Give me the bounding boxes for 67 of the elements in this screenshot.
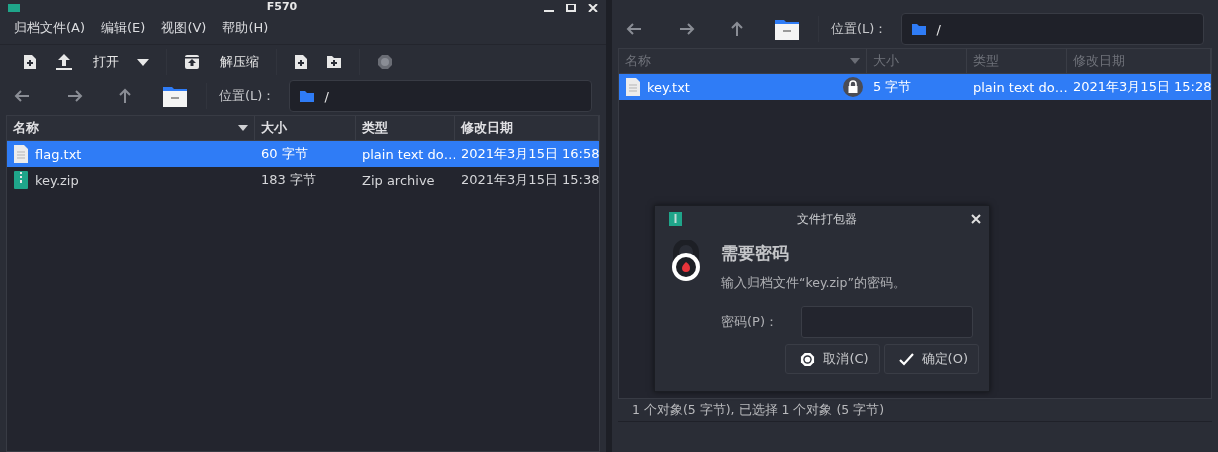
new-file-icon (294, 54, 308, 70)
folder-icon[interactable] (163, 85, 187, 107)
sort-icon (238, 125, 248, 131)
cancel-button[interactable]: 取消(C) (785, 344, 880, 374)
back-icon[interactable] (14, 89, 30, 103)
folder-icon (912, 23, 927, 35)
dialog-message: 输入归档文件“key.zip”的密码。 (721, 275, 907, 292)
location-field[interactable]: / (901, 13, 1204, 45)
back-icon[interactable] (626, 22, 642, 36)
table-cell: 183 字节 (261, 171, 316, 189)
location-label: 位置(L)： (219, 87, 276, 105)
check-icon (898, 352, 914, 366)
table-cell: flag.txt (35, 146, 82, 162)
menu-item[interactable]: 视图(V) (161, 19, 207, 37)
caret-icon (137, 58, 149, 66)
close-icon[interactable] (588, 4, 598, 12)
text-file-icon (13, 144, 29, 164)
close-icon[interactable] (971, 214, 981, 224)
location-label: 位置(L)： (831, 20, 888, 38)
table-cell: key.zip (35, 172, 79, 188)
ok-button[interactable]: 确定(O) (883, 344, 979, 374)
sort-icon (850, 58, 860, 64)
stop-icon (800, 351, 816, 367)
forward-icon[interactable] (67, 89, 83, 103)
table-cell: 2021年3月15日 16:58 (461, 145, 599, 163)
new-file-icon (23, 54, 37, 70)
window-title: F570 (266, 1, 298, 12)
menu-item[interactable]: 编辑(E) (101, 19, 146, 37)
column-header[interactable]: 类型 (356, 116, 455, 141)
dialog-heading: 需要密码 (721, 242, 790, 265)
table-cell: plain text do… (973, 79, 1067, 95)
column-header[interactable]: 名称 (7, 116, 255, 141)
location-field[interactable]: / (289, 80, 592, 112)
lock-icon (669, 240, 703, 284)
upload-icon (55, 53, 73, 71)
file-row[interactable]: flag.txt 60 字节 plain text do… 2021年3月15日 16:58 (7, 141, 599, 167)
extract-button[interactable]: 解压缩 (175, 48, 268, 76)
table-cell: 5 字节 (873, 78, 912, 96)
table-cell: 60 字节 (261, 145, 308, 163)
column-header[interactable]: 修改日期 (455, 116, 599, 141)
folder-icon[interactable] (775, 18, 799, 40)
field-label: 密码(P)： (721, 313, 778, 331)
file-row[interactable]: key.zip 183 字节 Zip archive 2021年3月15日 15:38 (7, 167, 599, 193)
archive-icon (184, 54, 200, 70)
forward-icon[interactable] (679, 22, 695, 36)
text-file-icon (625, 77, 641, 97)
table-cell: 2021年3月15日 15:38 (461, 171, 599, 189)
folder-icon (300, 90, 315, 102)
app-icon (669, 212, 682, 226)
add-folder-icon (326, 55, 342, 69)
zip-file-icon (13, 170, 29, 190)
file-row[interactable]: key.txt 5 字节 plain text do… 2021年3月15日 15:28 (619, 74, 1211, 100)
maximize-icon[interactable] (566, 4, 576, 12)
app-icon (8, 4, 20, 12)
menu-item[interactable]: 归档文件(A) (14, 19, 86, 37)
up-icon[interactable] (730, 21, 744, 37)
up-icon[interactable] (118, 88, 132, 104)
table-cell: 2021年3月15日 15:28 (1073, 78, 1211, 96)
table-cell: plain text do… (362, 146, 455, 162)
menu-item[interactable]: 帮助(H) (222, 19, 269, 37)
table-cell: Zip archive (362, 172, 435, 188)
dialog-title: 文件打包器 (796, 210, 857, 228)
stop-icon (377, 54, 393, 70)
column-header[interactable]: 大小 (255, 116, 356, 141)
password-field[interactable] (801, 306, 973, 338)
table-cell: key.txt (647, 79, 690, 95)
open-button[interactable]: 打开 (46, 48, 128, 76)
